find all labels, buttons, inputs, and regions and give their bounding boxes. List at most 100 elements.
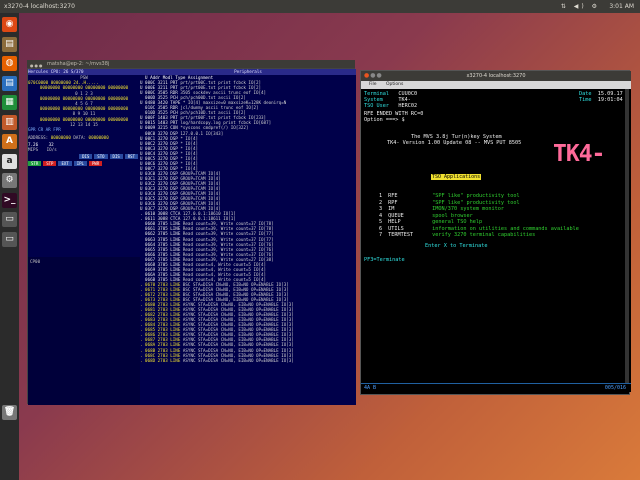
launcher-firefox-icon[interactable]: ◍ [2,56,17,71]
tso-app-item[interactable]: 1 RFE "SPF like" productivity tool [379,193,520,199]
app-name: UTILS [388,225,404,232]
device-id: . 068D 2703 LINE [140,357,181,363]
app-description: general TSO help [432,219,483,225]
data-label: DATA: [73,135,87,141]
hercules-cpu-panel: Hercules CPU: 26 S/370 PSW 070C0000 0000… [28,69,140,257]
terminal-scrollbar[interactable] [625,89,629,383]
launcher-x3270-icon[interactable]: ▭ [2,212,17,227]
app-number: 2 [379,199,383,206]
launcher-impress-icon[interactable]: ▥ [2,114,17,130]
x3270-titlebar[interactable]: ●●● x3270-4 localhost:3270 [361,71,631,81]
menu-file[interactable]: File [369,82,377,87]
app-name: TERMTEST [388,232,414,238]
tso-app-item[interactable]: 3 IM IMON/370 system monitor [379,206,504,212]
peripherals-panel: Peripherals U Addr Modl Type Assignment … [140,69,356,405]
launcher-calc-icon[interactable]: ▦ [2,95,17,110]
pf3-key-hint[interactable]: PF3=Terminate [364,257,405,263]
launcher-writer-icon[interactable]: ▤ [2,75,17,91]
hercules-button-stp[interactable]: STP [43,160,57,166]
hercules-window-title: matsha@ep-2: ~/mvs38j [47,61,110,67]
hercules-button-dis[interactable]: DIS [109,153,123,159]
app-description: "SPF like" productivity tool [432,199,520,206]
hercules-button-pwr[interactable]: PWR [88,160,103,166]
oia-indicator: 4A B [364,385,377,391]
operator-info-area: 4A B 005/016 [361,383,631,392]
x3270-window: ●●● x3270-4 localhost:3270 File Options … [360,70,631,395]
tso-app-item[interactable]: 6 UTILS information on utilities and comma… [379,226,579,232]
launcher-amazon-icon[interactable]: a [2,153,17,169]
tso-app-item[interactable]: 4 QUEUE spool browser [379,213,473,219]
gpr-row: 00000000 00000000 00000000 00000000 [39,116,129,122]
register-selector[interactable]: GPR CR AR FPR [28,127,140,132]
app-name: QUEUE [388,212,404,219]
gpr-row: 00000000 00000000 00000000 00000000 [39,85,129,91]
trash-icon[interactable]: 🗑 [2,405,17,420]
app-description: IMON/370 system monitor [432,206,504,212]
app-description: spool browser [432,212,473,219]
exit-hint: Enter X to Terminate [425,243,488,249]
app-description: "SPF like" productivity tool [432,193,520,199]
control-buttons-row1: DIS STO DIS RST [28,153,140,159]
device-assignment: ASYNC STA=DISA CN=NO, EIB=NO OP=ENABLE I… [182,357,294,363]
tso-applications-heading: TSO Applications [431,174,482,180]
top-panel: x3270-4 localhost:3270 ⇅ ◀) ⚙ 3:01 AM [0,0,640,13]
app-name: HELP [388,219,401,225]
tso-app-item[interactable]: 7 TERMTEST verify 3270 terminal capabiliti… [379,232,535,238]
option-command-line[interactable]: Option ===> $ [364,117,405,123]
hercules-button-rst[interactable]: RST [124,153,138,159]
hercules-window-titlebar[interactable]: ●●● matsha@ep-2: ~/mvs38j [27,60,355,68]
system-tray[interactable]: ⇅ ◀) ⚙ [561,0,600,13]
time-label: Time [579,97,592,103]
hercules-button-dis[interactable]: DIS [79,153,93,159]
x3270-menubar: File Options [361,81,631,89]
launcher-hercules-icon[interactable]: ▭ [2,231,17,247]
gpr-registers: 00000000 00000000 00000000 00000000 0 1 2… [28,85,140,127]
app-name: IM [388,206,395,212]
hercules-button-ext[interactable]: EXT [58,160,72,166]
app-number: 4 [379,212,383,219]
app-number: 1 [379,193,383,199]
mips-label: MIPS [28,147,39,153]
clock[interactable]: 3:01 AM [609,0,634,13]
hercules-button-ipl[interactable]: IPL [73,160,87,166]
time-value: 19:01:04 [597,97,623,103]
address-value[interactable]: 00000000 [51,135,71,140]
app-number: 3 [379,206,383,212]
terminal-screen[interactable]: Terminal CUU0C0 System TK4- TSO User HER… [361,89,631,389]
launcher-dock: ◉ ▤ ◍ ▤ ▦ ▥ Aa ⚙ >_ ▭ ▭ 🗑 [0,13,19,480]
console-text: CP00 [30,259,41,264]
peripherals-list: U 000C 3211 PRT prt/prt00C.txt print fcb… [140,80,356,363]
app-description: information on utilities and commands av… [432,225,579,232]
address-label: ADDRESS: [28,135,49,141]
app-description: verify 3270 terminal capabilities [432,232,536,238]
menu-options[interactable]: Options [386,82,403,87]
launcher-ubuntu-dash-icon[interactable]: ◉ [2,17,17,32]
hercules-button-str[interactable]: STR [28,160,42,166]
banner-version: TK4- Version 1.00 Update 08 -- MVS PUT 8… [387,140,522,146]
launcher-software-icon[interactable]: A [2,134,17,149]
tso-user-label: TSO User [364,103,389,109]
app-number: 7 [379,232,383,238]
launcher-files-icon[interactable]: ▤ [2,36,17,52]
cursor-position: 005/016 [604,385,626,391]
app-name: RPF [388,199,398,206]
tso-user-value: HERC02 [398,103,418,109]
ios-label: IO/s [46,147,57,153]
launcher-settings-icon[interactable]: ⚙ [2,173,17,188]
app-number: 6 [379,225,383,232]
app-name: RFE [388,193,398,199]
active-window-title: x3270-4 localhost:3270 [4,3,75,10]
window-controls-icon[interactable]: ●●● [364,71,383,81]
hercules-console[interactable]: CP00 [28,257,140,405]
data-value[interactable]: 00000000 [89,135,109,140]
tso-app-item[interactable]: 5 HELP general TSO help [379,219,482,225]
app-number: 5 [379,219,383,225]
tk4-logo: TK4- [553,141,605,167]
x3270-title: x3270-4 localhost:3270 [466,73,526,79]
device-row: . 068D 2703 LINE ASYNC STA=DISA CN=NO, E… [140,358,356,363]
launcher-terminal-icon[interactable]: >_ [2,192,17,208]
hercules-button-sto[interactable]: STO [94,153,108,159]
control-buttons-row2: STR STP EXT IPL PWR [28,160,140,166]
tso-app-item[interactable]: 2 RPF "SPF like" productivity tool [379,200,520,206]
hercules-window: Hercules CPU: 26 S/370 PSW 070C0000 0000… [27,68,356,405]
